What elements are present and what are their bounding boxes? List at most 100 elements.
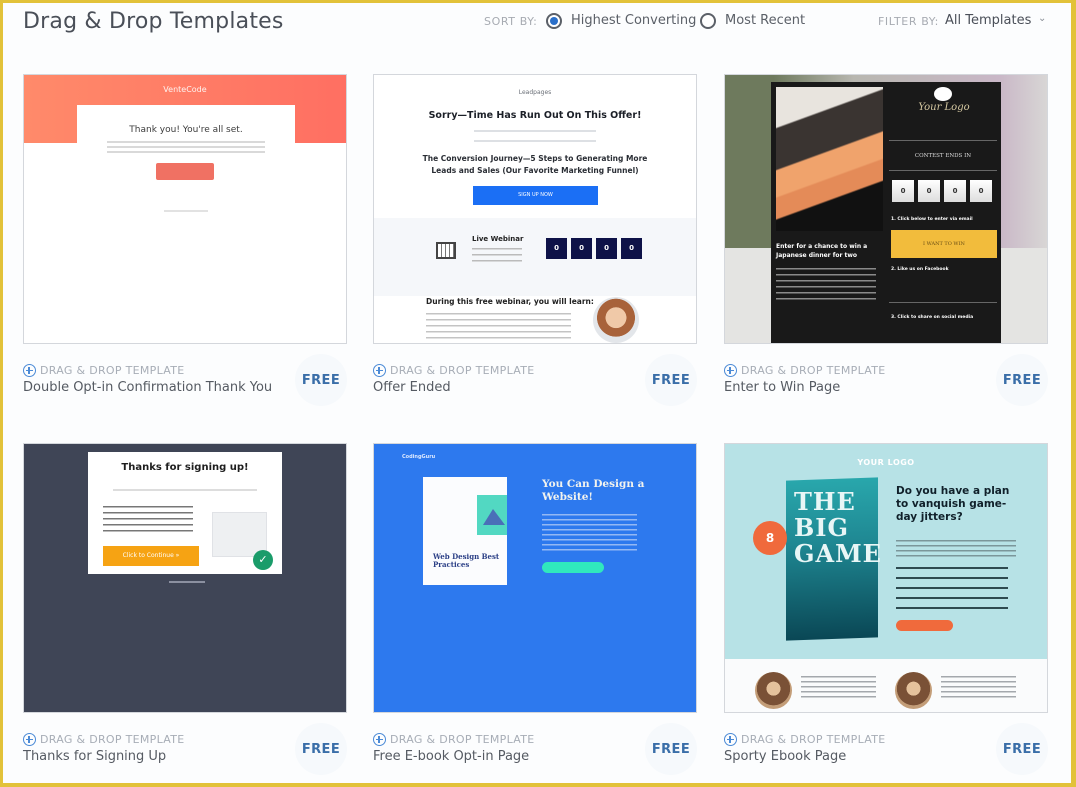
preview-bullet	[896, 577, 1008, 579]
template-kind: DRAG & DROP TEMPLATE	[724, 733, 886, 746]
template-meta: DRAG & DROP TEMPLATE Free E-book Opt-in …	[373, 723, 697, 775]
sort-radio-most-recent[interactable]	[700, 13, 716, 29]
preview-headline: Thanks for signing up!	[121, 462, 249, 473]
price-badge: FREE	[645, 723, 697, 775]
template-preview[interactable]: YOUR LOGO THE BIG GAME 8 Do you have a p…	[724, 443, 1048, 713]
template-kind-label: DRAG & DROP TEMPLATE	[390, 364, 535, 377]
sort-radio-highest-converting[interactable]	[546, 13, 562, 29]
preview-button	[156, 163, 214, 180]
preview-step: 2. Like us on Facebook	[891, 267, 949, 272]
template-meta: DRAG & DROP TEMPLATE Offer Ended FREE	[373, 354, 697, 406]
countdown-digit: 0	[944, 180, 966, 202]
preview-body-text	[776, 268, 876, 304]
price-starburst: 8	[753, 521, 787, 555]
preview-logo: VenteCode	[163, 85, 207, 94]
preview-headline: Enter for a chance to win a Japanese din…	[776, 243, 868, 259]
preview-step: 3. Click to share on social media	[891, 315, 974, 320]
countdown-digit: 0	[546, 238, 567, 259]
preview-body-text	[542, 514, 637, 552]
preview-card: Thank you! You're all set.	[77, 105, 295, 203]
countdown-digit: 0	[571, 238, 592, 259]
preview-body-text	[103, 506, 193, 536]
page: Drag & Drop Templates SORT BY: Highest C…	[3, 3, 1071, 783]
template-preview[interactable]: CodingGuru Web Design Best Practices You…	[373, 443, 697, 713]
plus-circle-icon	[724, 733, 737, 746]
countdown-digit: 0	[918, 180, 940, 202]
image-icon	[477, 495, 507, 535]
price-badge: FREE	[295, 723, 347, 775]
template-meta: DRAG & DROP TEMPLATE Double Opt-in Confi…	[23, 354, 347, 406]
sort-option-most-recent[interactable]: Most Recent	[725, 13, 805, 28]
template-kind: DRAG & DROP TEMPLATE	[23, 733, 185, 746]
plus-circle-icon	[724, 364, 737, 377]
template-name[interactable]: Enter to Win Page	[724, 380, 840, 395]
template-name[interactable]: Free E-book Opt-in Page	[373, 749, 529, 764]
countdown-digit: 0	[970, 180, 992, 202]
plus-circle-icon	[373, 364, 386, 377]
preview-footer	[164, 210, 208, 212]
template-kind-label: DRAG & DROP TEMPLATE	[741, 364, 886, 377]
preview-bullet	[896, 567, 1008, 569]
price-badge: FREE	[996, 723, 1048, 775]
sort-option-highest-converting[interactable]: Highest Converting	[571, 13, 696, 28]
preview-text-line	[474, 140, 596, 142]
template-kind: DRAG & DROP TEMPLATE	[373, 364, 535, 377]
preview-headline: Sorry—Time Has Run Out On This Offer!	[428, 110, 642, 121]
countdown-digit: 0	[892, 180, 914, 202]
divider	[889, 140, 997, 141]
template-kind-label: DRAG & DROP TEMPLATE	[741, 733, 886, 746]
template-name[interactable]: Double Opt-in Confirmation Thank You	[23, 380, 272, 395]
preview-logo: Leadpages	[518, 89, 552, 96]
filter-select[interactable]: All Templates	[945, 13, 1031, 28]
testimonial-avatar	[755, 672, 792, 709]
template-preview[interactable]: Enter for a chance to win a Japanese din…	[724, 74, 1048, 344]
template-preview[interactable]: VenteCode Thank you! You're all set.	[23, 74, 347, 344]
ebook-title: Web Design Best Practices	[433, 552, 500, 569]
preview-headline: Do you have a plan to vanquish game-day …	[896, 485, 1010, 523]
sort-label: SORT BY:	[484, 15, 538, 28]
countdown-digit: 0	[596, 238, 617, 259]
plus-circle-icon	[23, 733, 36, 746]
calendar-icon	[436, 242, 456, 259]
template-name[interactable]: Thanks for Signing Up	[23, 749, 166, 764]
template-preview[interactable]: Thanks for signing up! Click to Continue…	[23, 443, 347, 713]
preview-logo: CodingGuru	[402, 454, 436, 460]
preview-logo: Your Logo	[918, 102, 970, 113]
template-name[interactable]: Sporty Ebook Page	[724, 749, 846, 764]
template-preview[interactable]: Leadpages Sorry—Time Has Run Out On This…	[373, 74, 697, 344]
preview-headline: You Can Design a Website!	[542, 478, 645, 503]
template-kind: DRAG & DROP TEMPLATE	[724, 364, 886, 377]
preview-learn-heading: During this free webinar, you will learn…	[426, 297, 594, 306]
ebook-cover: Web Design Best Practices	[423, 477, 507, 585]
preview-webinar-label: Live Webinar	[472, 235, 524, 243]
template-kind: DRAG & DROP TEMPLATE	[373, 733, 535, 746]
template-kind: DRAG & DROP TEMPLATE	[23, 364, 185, 377]
price-badge: FREE	[295, 354, 347, 406]
preview-card: Thanks for signing up! Click to Continue…	[88, 452, 282, 574]
testimonial-text	[941, 676, 1016, 700]
preview-step: 1. Click below to enter via email	[891, 217, 973, 222]
countdown-digit: 0	[621, 238, 642, 259]
preview-button	[542, 562, 604, 573]
preview-panel: Enter for a chance to win a Japanese din…	[771, 82, 1001, 343]
testimonial-text	[801, 676, 876, 700]
template-meta: DRAG & DROP TEMPLATE Thanks for Signing …	[23, 723, 347, 775]
template-meta: DRAG & DROP TEMPLATE Sporty Ebook Page F…	[724, 723, 1048, 775]
template-name[interactable]: Offer Ended	[373, 380, 451, 395]
preview-bullet	[896, 587, 1008, 589]
preview-bullet	[896, 597, 1008, 599]
preview-button: Click to Continue »	[103, 546, 199, 566]
price-badge: FREE	[645, 354, 697, 406]
page-title: Drag & Drop Templates	[23, 9, 284, 34]
ebook-title: THE BIG GAME	[794, 487, 882, 568]
preview-subheadline: The Conversion Journey—5 Steps to Genera…	[422, 154, 648, 175]
preview-headline: Thank you! You're all set.	[129, 125, 243, 135]
divider	[889, 302, 997, 303]
template-kind-label: DRAG & DROP TEMPLATE	[390, 733, 535, 746]
preview-footer	[169, 581, 205, 583]
plus-circle-icon	[23, 364, 36, 377]
chevron-down-icon[interactable]: ⌄	[1038, 13, 1046, 24]
preview-body-text	[107, 141, 265, 155]
filter-label: FILTER BY:	[878, 15, 939, 28]
preview-webinar-date	[472, 248, 522, 262]
